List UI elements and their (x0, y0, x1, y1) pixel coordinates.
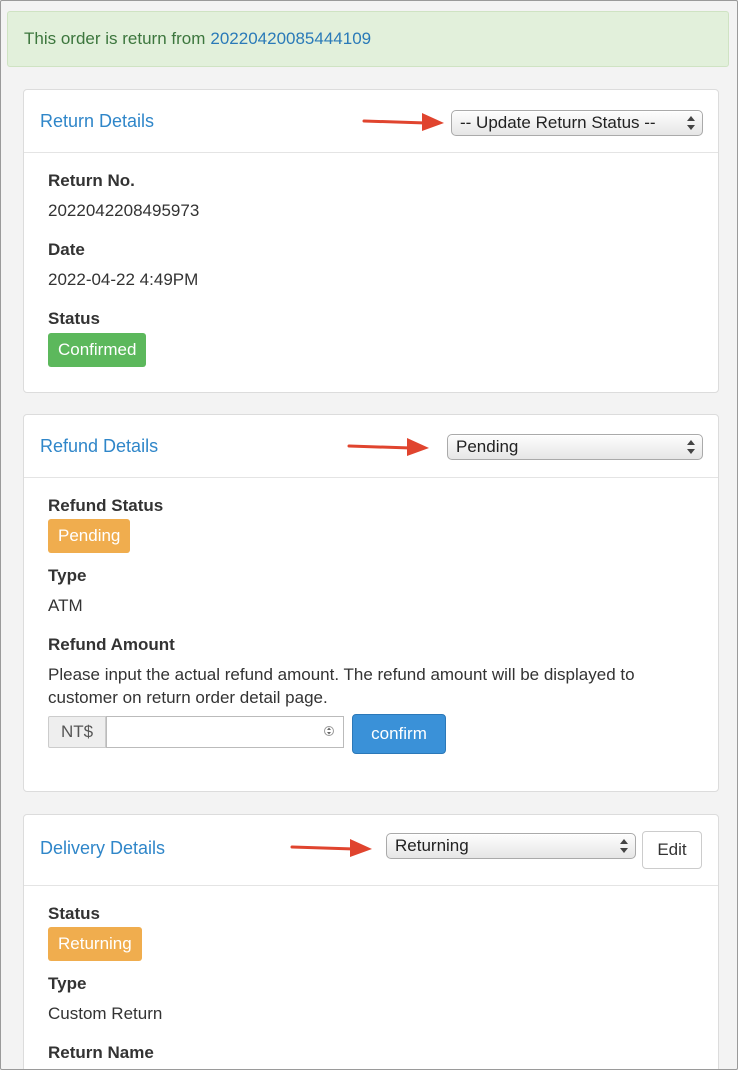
refund-status-select-value: Pending (456, 437, 519, 456)
refund-status-badge: Pending (48, 519, 131, 553)
red-arrow-icon (347, 438, 429, 456)
page-frame: This order is return from 20220420085444… (0, 0, 738, 1070)
refund-status-select[interactable]: Pending (447, 434, 703, 460)
return-details-body: Return No. 2022042208495973 Date 2022-04… (24, 153, 718, 367)
select-updown-icon (620, 839, 628, 853)
delivery-status-label: Status (48, 904, 100, 923)
status-badge: Confirmed (48, 333, 147, 367)
date-value: 2022-04-22 4:49PM (48, 270, 199, 289)
refund-details-header: Refund Details Pending (24, 415, 718, 478)
return-details-title: Return Details (40, 110, 155, 131)
delivery-type-label: Type (48, 974, 87, 993)
delivery-details-header: Delivery Details Returning Edit (24, 815, 718, 886)
return-details-header: Return Details -- Update Return Status -… (24, 90, 718, 153)
currency-addon: NT$ (48, 716, 106, 748)
refund-details-body: Refund Status Pending Type ATM Refund Am… (24, 478, 718, 754)
delivery-details-title: Delivery Details (40, 837, 166, 858)
return-notice: This order is return from 20220420085444… (7, 11, 729, 67)
refund-amount-input[interactable] (106, 716, 344, 748)
refund-details-title: Refund Details (40, 435, 159, 456)
select-updown-icon (687, 116, 695, 130)
red-arrow-icon (362, 113, 444, 131)
confirm-button[interactable]: confirm (352, 714, 446, 754)
refund-amount-help: Please input the actual refund amount. T… (48, 665, 635, 707)
delivery-type-value: Custom Return (48, 1004, 163, 1023)
refund-status-label: Refund Status (48, 496, 164, 515)
select-updown-icon (687, 440, 695, 454)
return-status-select[interactable]: -- Update Return Status -- (451, 110, 703, 136)
delivery-status-select[interactable]: Returning (386, 833, 636, 859)
delivery-details-body: Status Returning Type Custom Return Retu… (24, 886, 718, 1062)
return-name-label: Return Name (48, 1043, 154, 1062)
delivery-details-panel: Delivery Details Returning Edit Status R… (23, 814, 719, 1069)
return-no-label: Return No. (48, 171, 135, 190)
edit-button[interactable]: Edit (642, 831, 702, 869)
return-no-value: 2022042208495973 (48, 201, 200, 220)
original-order-link[interactable]: 20220420085444109 (210, 29, 371, 49)
refund-type-label: Type (48, 566, 87, 585)
refund-amount-label: Refund Amount (48, 635, 175, 654)
delivery-status-badge: Returning (48, 927, 142, 961)
refund-details-panel: Refund Details Pending Refund Status Pen… (23, 414, 719, 792)
notice-text: This order is return from (24, 29, 206, 48)
return-details-panel: Return Details -- Update Return Status -… (23, 89, 719, 393)
number-spinner-icon[interactable] (324, 723, 334, 739)
refund-type-value: ATM (48, 596, 83, 615)
date-label: Date (48, 240, 85, 259)
return-status-select-value: -- Update Return Status -- (460, 113, 656, 132)
red-arrow-icon (290, 839, 372, 857)
delivery-status-select-value: Returning (395, 836, 469, 855)
status-label: Status (48, 309, 100, 328)
